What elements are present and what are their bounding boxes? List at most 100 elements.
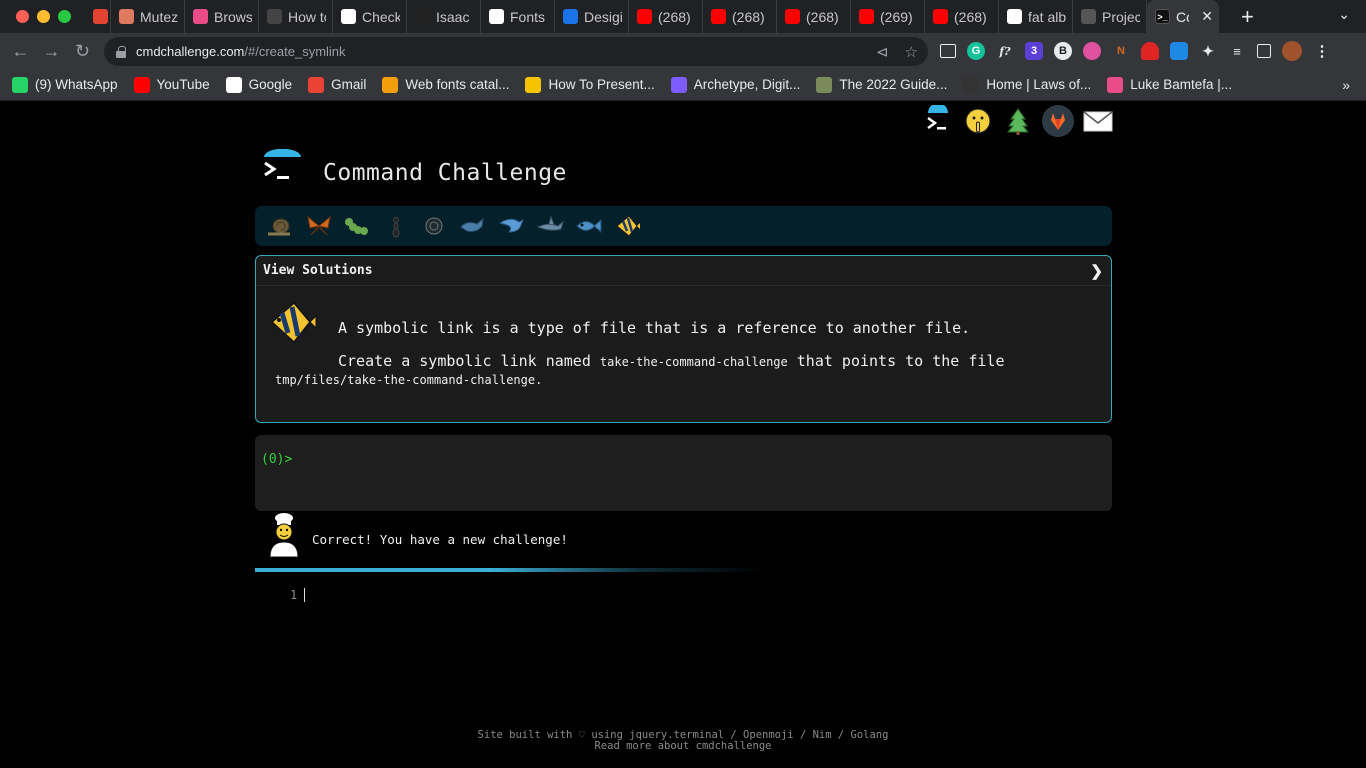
formula-extension-icon[interactable]: f? xyxy=(996,42,1014,60)
chevron-right-icon[interactable]: ❯ xyxy=(1090,262,1103,280)
heart-extension-icon[interactable] xyxy=(1141,42,1159,60)
puzzle-badge-extension-icon[interactable]: 3 xyxy=(1025,42,1043,60)
angelfish-level-icon[interactable] xyxy=(608,211,647,241)
youtube-icon xyxy=(133,76,150,93)
extensions-puzzle-icon[interactable]: ✦ xyxy=(1199,42,1217,60)
minimize-window-button[interactable] xyxy=(37,10,50,23)
browser-tab[interactable]: (268) xyxy=(925,0,999,33)
tab-label: Desigi xyxy=(584,8,622,25)
close-tab-icon[interactable]: ✕ xyxy=(1201,8,1213,25)
email-icon[interactable] xyxy=(1082,105,1114,137)
instruction-prefix: Create a symbolic link named xyxy=(338,352,600,370)
site-footer: Site built with ♡ using jquery.terminal … xyxy=(0,730,1366,752)
bookmark-item[interactable]: Archetype, Digit... xyxy=(670,76,800,93)
bookmark-item[interactable]: The 2022 Guide... xyxy=(816,76,948,93)
side-panel-icon[interactable] xyxy=(1257,44,1271,58)
close-window-button[interactable] xyxy=(16,10,29,23)
fish-level-icon[interactable] xyxy=(569,211,608,241)
b-extension-icon[interactable]: B xyxy=(1054,42,1072,60)
fh-icon xyxy=(382,76,399,93)
bookmarks-overflow-icon[interactable]: » xyxy=(1342,77,1350,93)
bookmark-item[interactable]: Web fonts catal... xyxy=(382,76,510,93)
browser-tab[interactable]: (268) xyxy=(629,0,703,33)
terminal-link-icon[interactable] xyxy=(922,105,954,137)
social-links xyxy=(922,105,1114,137)
reload-icon[interactable]: ↻ xyxy=(67,41,98,62)
bookmark-label: The 2022 Guide... xyxy=(839,77,948,92)
tab-label: Co xyxy=(1176,8,1189,25)
browser-tab[interactable]: fat alb xyxy=(999,0,1073,33)
bookmark-item[interactable]: Google xyxy=(225,76,292,93)
view-solutions-toggle[interactable]: View Solutions ❯ xyxy=(256,256,1111,286)
grammarly-extension-icon[interactable]: G xyxy=(967,42,985,60)
browser-tab[interactable]: Mutez xyxy=(111,0,185,33)
tab-label: (268) xyxy=(954,8,987,25)
bookmark-label: Web fonts catal... xyxy=(405,77,510,92)
tab-label: Projec xyxy=(1102,8,1140,25)
bookmark-label: Gmail xyxy=(331,77,367,92)
youtube-icon xyxy=(711,9,726,24)
butterfly-level-icon[interactable] xyxy=(300,211,339,241)
line-number: 1 xyxy=(290,588,298,602)
lock-icon[interactable] xyxy=(116,45,126,58)
bookmark-item[interactable]: Luke Bamtefa |... xyxy=(1107,76,1232,93)
command-challenge-logo-icon[interactable] xyxy=(261,148,303,187)
browser-tab[interactable]: Brows xyxy=(185,0,259,33)
windows-extension-icon[interactable] xyxy=(1170,42,1188,60)
extensions-bar: G f? 3 B N ✦ ≡ ⋮ xyxy=(940,41,1331,61)
browser-tab[interactable]: (268) xyxy=(703,0,777,33)
tab-label: How tc xyxy=(288,8,326,25)
challenge-description: A symbolic link is a type of file that i… xyxy=(338,319,971,337)
browser-tab[interactable]: (269) xyxy=(851,0,925,33)
bookmark-star-icon[interactable]: ☆ xyxy=(905,43,918,61)
browser-tab[interactable]: Isaac I xyxy=(407,0,481,33)
caterpillar-level-icon[interactable] xyxy=(338,211,377,241)
browser-tab[interactable]: Fonts xyxy=(481,0,555,33)
browser-tab[interactable] xyxy=(85,0,111,33)
profile-avatar-icon[interactable] xyxy=(1282,41,1302,61)
instruction-suffix: that points to the file xyxy=(787,352,1005,370)
page-content: Command Challenge View Solutions ❯ A sym… xyxy=(0,101,1366,768)
bookmark-item[interactable]: (9) WhatsApp xyxy=(12,76,118,93)
browser-tab[interactable]: Projec xyxy=(1073,0,1147,33)
active-tab[interactable]: >_ Co ✕ xyxy=(1147,0,1219,33)
tab-capture-extension-icon[interactable] xyxy=(940,44,956,58)
code-editor[interactable]: 1 xyxy=(290,588,306,602)
bookmark-item[interactable]: How To Present... xyxy=(525,76,655,93)
dolphin-level-icon[interactable] xyxy=(492,211,531,241)
ant-level-icon[interactable] xyxy=(377,211,416,241)
ni-extension-icon[interactable]: N xyxy=(1112,42,1130,60)
browser-menu-icon[interactable]: ⋮ xyxy=(1313,42,1331,60)
address-bar[interactable]: cmdchallenge.com/#/create_symlink ⊲ ☆ xyxy=(104,37,928,66)
bookmark-item[interactable]: YouTube xyxy=(133,76,210,93)
browser-tab[interactable]: How tc xyxy=(259,0,333,33)
share-icon[interactable]: ⊲ xyxy=(876,43,889,61)
spider-icon xyxy=(415,9,430,24)
text-cursor xyxy=(304,588,306,602)
whale-level-icon[interactable] xyxy=(454,211,493,241)
tab-label: Isaac I xyxy=(436,8,474,25)
browser-tab[interactable]: (268) xyxy=(777,0,851,33)
back-icon[interactable]: ← xyxy=(5,41,36,62)
window-controls xyxy=(16,10,71,23)
gmail-icon xyxy=(308,76,325,93)
snail-level-icon[interactable] xyxy=(261,211,300,241)
footer-about-link[interactable]: Read more about cmdchallenge xyxy=(0,741,1366,752)
tab-search-icon[interactable]: ⌄ xyxy=(1338,6,1350,23)
terminal-input[interactable]: (0)> xyxy=(255,435,1112,511)
tree-icon[interactable] xyxy=(1002,105,1034,137)
shell-level-icon[interactable] xyxy=(415,211,454,241)
bookmark-item[interactable]: Home | Laws of... xyxy=(963,76,1091,93)
maximize-window-button[interactable] xyxy=(58,10,71,23)
bookmark-item[interactable]: Gmail xyxy=(308,76,367,93)
browser-tab[interactable]: Desigi xyxy=(555,0,629,33)
shushing-face-icon[interactable] xyxy=(962,105,994,137)
github-icon xyxy=(267,9,282,24)
gitlab-icon[interactable] xyxy=(1042,105,1074,137)
forward-icon[interactable]: → xyxy=(36,41,67,62)
media-control-icon[interactable]: ≡ xyxy=(1228,42,1246,60)
color-picker-extension-icon[interactable] xyxy=(1083,42,1101,60)
new-tab-button[interactable]: + xyxy=(1241,4,1254,30)
shark-level-icon[interactable] xyxy=(531,211,570,241)
browser-tab[interactable]: Check xyxy=(333,0,407,33)
